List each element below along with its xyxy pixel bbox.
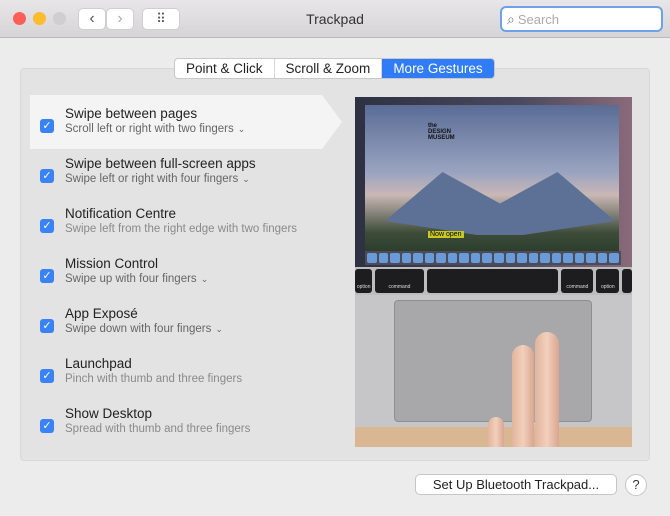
gesture-subtitle: Swipe left from the right edge with two … — [65, 223, 297, 235]
preview-screen: the DESIGN MUSEUM Now open — [355, 97, 632, 267]
checkmark-icon: ✓ — [42, 320, 52, 332]
gesture-subtitle[interactable]: Swipe down with four fingers ⌄ — [65, 323, 223, 335]
tab-point-click[interactable]: Point & Click — [175, 59, 275, 78]
chevron-down-icon: ⌄ — [237, 124, 246, 134]
chevron-down-icon: ⌄ — [200, 274, 209, 284]
checkmark-icon: ✓ — [42, 420, 52, 432]
preview-laptop-deck — [355, 295, 632, 427]
gesture-checkbox[interactable]: ✓ — [40, 319, 54, 333]
gesture-row: ✓ Mission Control Swipe up with four fin… — [40, 256, 340, 310]
gesture-subtitle[interactable]: Swipe left or right with four fingers ⌄ — [65, 173, 250, 185]
setup-bluetooth-trackpad-button[interactable]: Set Up Bluetooth Trackpad... — [415, 474, 617, 495]
key-command: command — [375, 269, 424, 293]
search-icon: ⌕ — [507, 10, 515, 27]
gesture-subtitle-text: Pinch with thumb and three fingers — [65, 373, 243, 385]
gesture-subtitle-text: Swipe down with four fingers — [65, 323, 212, 335]
gesture-checkbox[interactable]: ✓ — [40, 369, 54, 383]
gesture-subtitle-text: Scroll left or right with two fingers — [65, 123, 234, 135]
search-input[interactable]: ⌕ Search — [500, 6, 663, 32]
tab-bar: Point & Click Scroll & Zoom More Gesture… — [174, 58, 495, 79]
gesture-subtitle: Spread with thumb and three fingers — [65, 423, 250, 435]
gesture-title: Mission Control — [65, 256, 159, 271]
checkmark-icon: ✓ — [42, 120, 52, 132]
preview-browser: the DESIGN MUSEUM Now open — [365, 105, 619, 255]
design-museum-logo: the DESIGN MUSEUM — [428, 123, 455, 141]
gesture-title: Swipe between full-screen apps — [65, 156, 256, 171]
gesture-checkbox[interactable]: ✓ — [40, 219, 54, 233]
finger-middle — [535, 332, 559, 447]
tab-scroll-zoom[interactable]: Scroll & Zoom — [275, 59, 383, 78]
gesture-subtitle-text: Swipe left or right with four fingers — [65, 173, 239, 185]
gesture-checkbox[interactable]: ✓ — [40, 419, 54, 433]
checkmark-icon: ✓ — [42, 170, 52, 182]
preview-keyboard: option command command option — [355, 267, 632, 295]
gesture-title: Notification Centre — [65, 206, 177, 221]
gesture-checkbox[interactable]: ✓ — [40, 269, 54, 283]
gesture-title: App Exposé — [65, 306, 138, 321]
title-bar: ‹ › ⠿ Trackpad ⌕ Search — [0, 0, 670, 38]
gesture-subtitle[interactable]: Swipe up with four fingers ⌄ — [65, 273, 208, 285]
gesture-title: Show Desktop — [65, 406, 153, 421]
gesture-row: ✓ Notification Centre Swipe left from th… — [40, 206, 340, 260]
gesture-row: ✓ Show Desktop Spread with thumb and thr… — [40, 406, 340, 460]
gesture-row: ✓ Swipe between full-screen apps Swipe l… — [40, 156, 340, 210]
preview-caption: Now open — [428, 231, 464, 238]
gesture-row: ✓ Launchpad Pinch with thumb and three f… — [40, 356, 340, 410]
finger-index — [512, 345, 534, 447]
key-option-right: option — [596, 269, 620, 293]
chevron-down-icon: ⌄ — [242, 174, 250, 184]
gesture-subtitle-text: Swipe left from the right edge with two … — [65, 223, 298, 235]
key-option: option — [355, 269, 373, 293]
help-button[interactable]: ? — [625, 474, 647, 496]
gesture-checkbox[interactable]: ✓ — [40, 169, 54, 183]
gesture-subtitle: Pinch with thumb and three fingers — [65, 373, 242, 385]
gesture-title: Launchpad — [65, 356, 132, 371]
checkmark-icon: ✓ — [42, 270, 52, 282]
checkmark-icon: ✓ — [42, 220, 52, 232]
checkmark-icon: ✓ — [42, 370, 52, 382]
key-command-right: command — [561, 269, 594, 293]
gesture-subtitle-text: Spread with thumb and three fingers — [65, 423, 251, 435]
search-placeholder: Search — [517, 11, 560, 27]
preview-trackpad — [394, 300, 592, 422]
gesture-row: ✓ App Exposé Swipe down with four finger… — [40, 306, 340, 360]
gesture-subtitle-text: Swipe up with four fingers — [65, 273, 197, 285]
key-space — [426, 269, 559, 293]
tab-more-gestures[interactable]: More Gestures — [382, 59, 494, 78]
gesture-row: ✓ Swipe between pages Scroll left or rig… — [40, 106, 340, 160]
gesture-subtitle[interactable]: Scroll left or right with two fingers ⌄ — [65, 123, 245, 135]
key-arrow — [622, 269, 632, 293]
gesture-checkbox[interactable]: ✓ — [40, 119, 54, 133]
chevron-down-icon: ⌄ — [215, 324, 223, 334]
building-image — [385, 172, 615, 235]
thumb — [488, 417, 504, 447]
gesture-preview-video: the DESIGN MUSEUM Now open option command … — [355, 97, 632, 447]
preview-dock — [365, 251, 621, 265]
gesture-title: Swipe between pages — [65, 106, 198, 121]
